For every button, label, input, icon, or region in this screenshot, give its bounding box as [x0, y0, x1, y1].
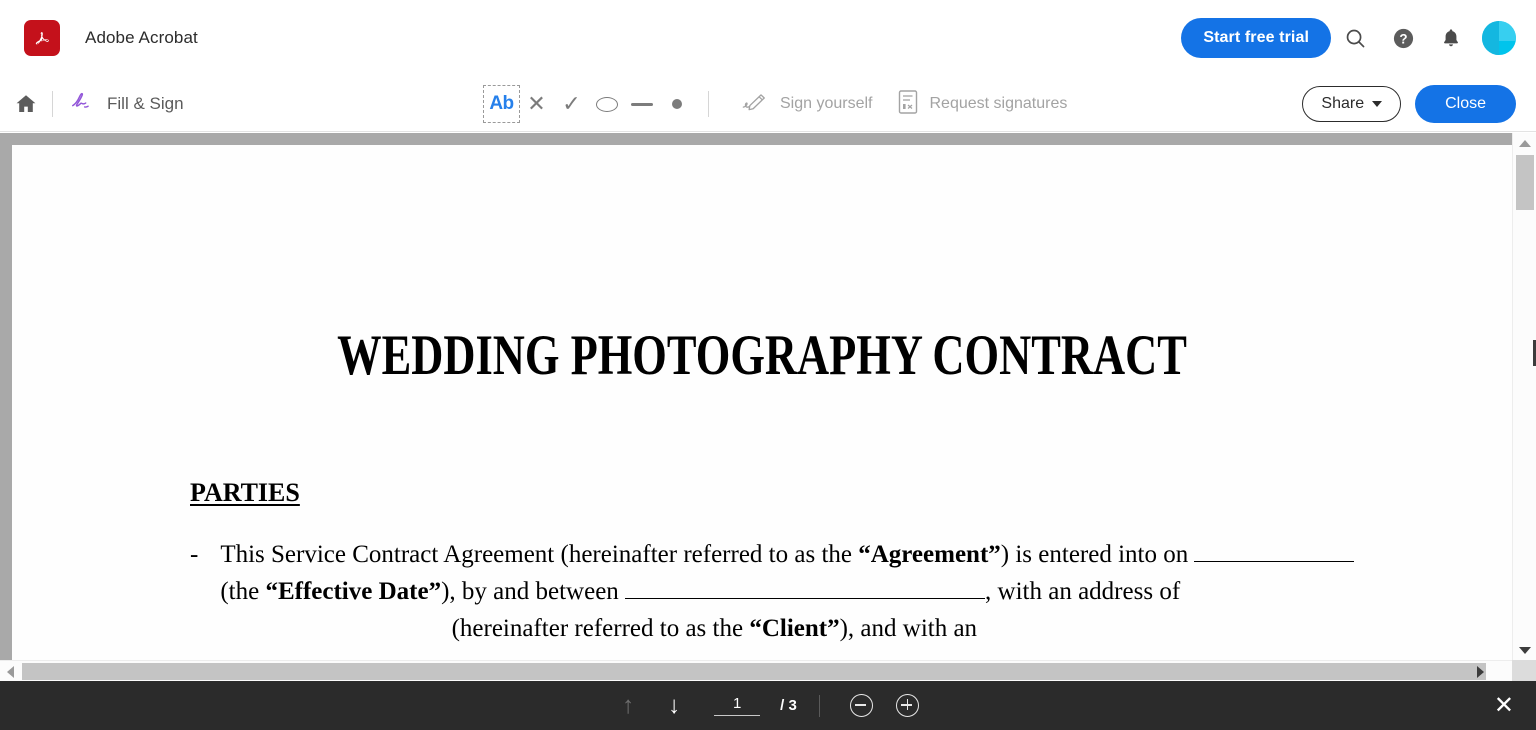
- horizontal-scrollbar[interactable]: [0, 660, 1512, 681]
- app-title: Adobe Acrobat: [85, 28, 198, 47]
- line-tool[interactable]: [624, 86, 659, 122]
- para-part-1: This Service Contract Agreement (hereina…: [220, 541, 859, 568]
- arrow-down-icon[interactable]: ↓: [654, 686, 694, 726]
- check-mark-tool[interactable]: ✓: [554, 86, 589, 122]
- sign-yourself-button[interactable]: Sign yourself: [729, 91, 885, 118]
- zoom-in-icon[interactable]: [888, 686, 928, 726]
- close-icon[interactable]: ✕: [1494, 693, 1514, 718]
- avatar[interactable]: [1482, 21, 1516, 55]
- sign-yourself-label: Sign yourself: [780, 95, 873, 112]
- bell-icon[interactable]: [1427, 14, 1475, 62]
- document-title: WEDDING PHOTOGRAPHY CONTRACT: [337, 324, 1187, 387]
- annotation-tools: Ab ✕ ✓ Sign yourself Request signatures: [483, 76, 1079, 132]
- para-part-6: (hereinafter referred to as the: [445, 615, 750, 642]
- prev-page-glyph: ↑: [622, 691, 635, 719]
- cross-mark-icon: ✕: [527, 91, 546, 116]
- request-signature-doc-icon: [897, 89, 919, 120]
- para-part-4: ), by and between: [441, 578, 626, 605]
- fill-and-sign-tool[interactable]: Fill & Sign: [69, 89, 184, 118]
- scroll-down-arrow-icon[interactable]: [1513, 640, 1536, 660]
- toolbar-right-actions: Share Close: [1302, 84, 1516, 123]
- search-icon[interactable]: [1331, 14, 1379, 62]
- tools-divider: [708, 91, 709, 117]
- scroll-left-arrow-icon[interactable]: [0, 661, 20, 682]
- section-heading-wrap: PARTIES: [12, 388, 1512, 508]
- term-client: “Client”: [749, 615, 840, 642]
- signature-actions: Sign yourself Request signatures: [729, 89, 1079, 120]
- scrollbar-corner: [1512, 660, 1536, 681]
- check-mark-icon: ✓: [562, 91, 581, 116]
- para-part-3: (the: [220, 578, 266, 605]
- help-icon[interactable]: ?: [1379, 14, 1427, 62]
- scroll-right-arrow-icon[interactable]: [1470, 661, 1490, 682]
- horizontal-scrollbar-thumb[interactable]: [22, 663, 1486, 680]
- circle-icon: [595, 96, 618, 112]
- share-button[interactable]: Share: [1302, 85, 1402, 122]
- blank-field-client-name[interactable]: [625, 598, 986, 599]
- vertical-scrollbar[interactable]: [1512, 133, 1536, 660]
- vertical-scrollbar-thumb[interactable]: [1516, 155, 1534, 210]
- page-number-input[interactable]: 1: [714, 695, 761, 716]
- fill-sign-toolbar: Fill & Sign Ab ✕ ✓ Sign yourself Request…: [0, 76, 1536, 132]
- arrow-up-icon[interactable]: ↑: [608, 686, 648, 726]
- fill-sign-label: Fill & Sign: [107, 93, 184, 113]
- request-signatures-button[interactable]: Request signatures: [885, 89, 1080, 120]
- close-button[interactable]: Close: [1415, 84, 1516, 123]
- page-nav-controls: ↑ ↓ 1 / 3: [608, 686, 928, 726]
- svg-text:?: ?: [1399, 31, 1407, 46]
- term-agreement: “Agreement”: [858, 541, 1001, 568]
- dot-tool[interactable]: [659, 86, 694, 122]
- blank-field-effective-date[interactable]: [1194, 561, 1355, 562]
- home-icon[interactable]: [2, 80, 50, 128]
- bottom-divider: [818, 694, 820, 717]
- page-navigation-bar: ↑ ↓ 1 / 3 ✕: [0, 681, 1536, 730]
- fill-sign-icon: [69, 89, 95, 118]
- share-label: Share: [1321, 94, 1365, 112]
- para-part-2: ) is entered into on: [1000, 541, 1195, 568]
- para-part-7: ), and with an: [839, 615, 978, 642]
- toolbar-divider: [52, 90, 53, 117]
- dot-icon: [671, 99, 682, 109]
- signature-icon: [741, 91, 769, 118]
- document-viewport[interactable]: WEDDING PHOTOGRAPHY CONTRACT PARTIES - T…: [0, 133, 1512, 660]
- scroll-up-arrow-icon[interactable]: [1513, 133, 1536, 153]
- brand: Adobe Acrobat: [24, 20, 198, 56]
- page-count-label: / 3: [780, 697, 797, 714]
- app-bar: Adobe Acrobat Start free trial ?: [0, 0, 1536, 76]
- app-bar-actions: Start free trial ?: [1181, 14, 1518, 62]
- document-paragraph-block: - This Service Contract Agreement (herei…: [190, 536, 1372, 647]
- zoom-out-icon[interactable]: [842, 686, 882, 726]
- request-signatures-label: Request signatures: [929, 95, 1068, 112]
- bullet-marker: -: [190, 541, 199, 568]
- pdf-page[interactable]: WEDDING PHOTOGRAPHY CONTRACT PARTIES - T…: [12, 145, 1512, 660]
- next-page-glyph: ↓: [668, 691, 681, 719]
- cross-mark-tool[interactable]: ✕: [519, 86, 554, 122]
- add-text-tool[interactable]: Ab: [483, 85, 520, 123]
- acrobat-logo-icon: [24, 20, 60, 56]
- circle-tool[interactable]: [589, 86, 624, 122]
- section-heading-parties: PARTIES: [190, 478, 300, 507]
- para-part-5: , with an address of: [985, 578, 1181, 605]
- line-icon: [630, 102, 653, 106]
- term-effective-date: “Effective Date”: [265, 578, 442, 605]
- chevron-down-icon: [1372, 100, 1383, 107]
- contract-paragraph: This Service Contract Agreement (hereina…: [220, 536, 1372, 647]
- add-text-tool-label: Ab: [489, 93, 514, 114]
- start-free-trial-button[interactable]: Start free trial: [1181, 18, 1331, 58]
